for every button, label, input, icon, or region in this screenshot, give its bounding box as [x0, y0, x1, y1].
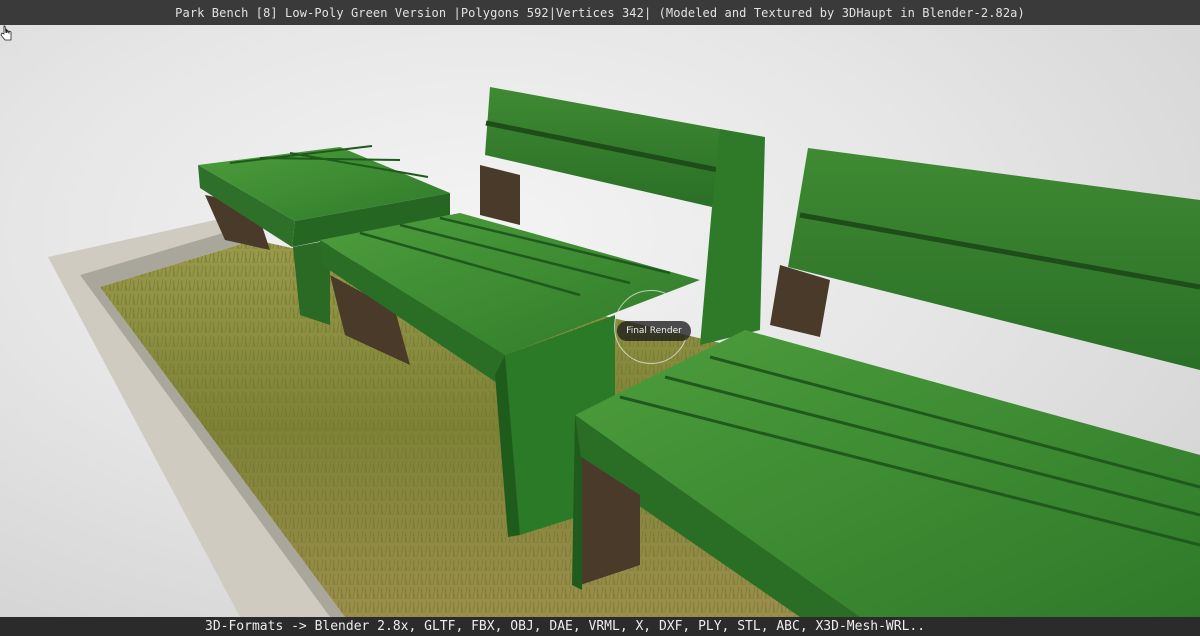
formats-caption: 3D-Formats -> Blender 2.8x, GLTF, FBX, O… — [0, 617, 1200, 636]
window-title: Park Bench [8] Low-Poly Green Version |P… — [0, 0, 1200, 25]
render-viewport[interactable]: Final Render — [0, 25, 1200, 617]
hand-cursor-icon — [0, 25, 12, 41]
bench-scene — [48, 87, 1200, 617]
final-render-button[interactable]: Final Render — [617, 321, 691, 341]
